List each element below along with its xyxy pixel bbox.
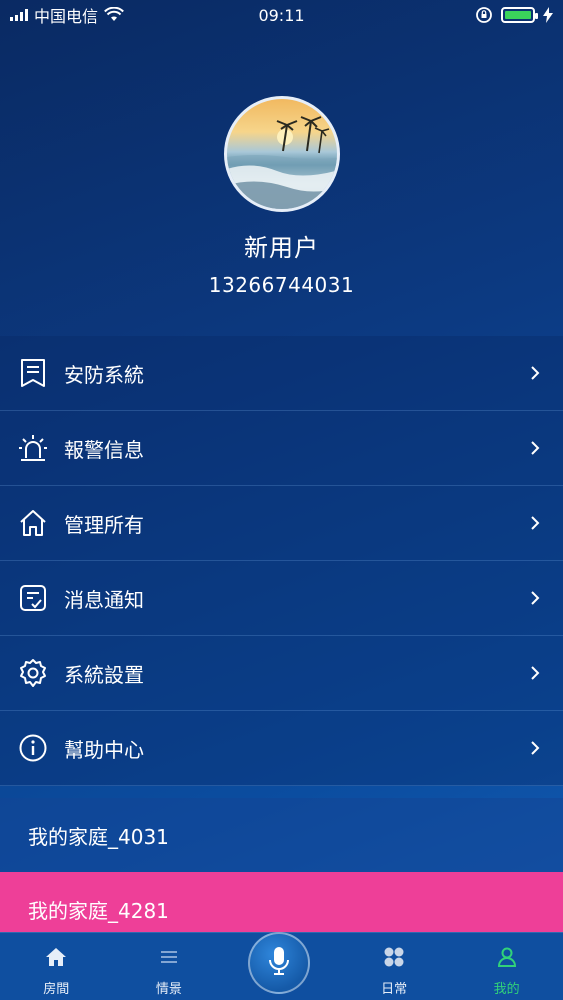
tab-label: 我的 [493,982,520,997]
status-right [475,6,553,24]
family-label: 我的家庭_4281 [28,898,169,923]
family-item[interactable]: 我的家庭_4031 [0,798,563,872]
menu-item-label: 管理所有 [64,512,144,537]
message-check-icon [18,583,48,613]
chevron-right-icon [525,513,545,533]
menu-item-security[interactable]: 安防系統 [0,336,563,411]
info-icon [18,733,48,763]
menu-item-alarm[interactable]: 報警信息 [0,411,563,486]
menu-item-label: 報警信息 [64,437,144,462]
bookmark-list-icon [18,358,48,388]
menu-item-label: 安防系統 [64,362,144,387]
tab-scenes[interactable]: 情景 [113,942,226,1000]
menu-item-notifications[interactable]: 消息通知 [0,561,563,636]
tab-daily[interactable]: 日常 [338,942,451,1000]
voice-button[interactable] [248,932,310,994]
list-icon [159,942,179,972]
chevron-right-icon [525,438,545,458]
chevron-right-icon [525,663,545,683]
gear-icon [18,658,48,688]
status-bar: 中国电信 09:11 [0,0,563,30]
menu-item-help[interactable]: 幫助中心 [0,711,563,786]
home-icon [45,942,67,972]
rotation-lock-icon [476,7,492,23]
tab-label: 房間 [43,982,70,997]
profile-name: 新用户 [244,234,319,262]
chevron-right-icon [525,363,545,383]
menu-item-label: 幫助中心 [64,737,144,762]
clock: 09:11 [258,5,305,25]
wifi-icon [104,7,124,21]
user-icon [496,942,518,972]
avatar-image [226,116,337,209]
status-left: 中国电信 [10,3,124,27]
settings-menu: 安防系統 報警信息 管理所有 消息通知 系統設置 幫助中心 [0,336,563,786]
home-icon [18,508,48,538]
family-label: 我的家庭_4031 [28,824,169,849]
charging-bolt-icon [543,7,553,23]
avatar[interactable] [223,96,340,212]
profile-section: 新用户 13266744031 [0,96,563,297]
tab-label: 日常 [381,982,408,997]
alarm-siren-icon [18,433,48,463]
menu-item-manage[interactable]: 管理所有 [0,486,563,561]
tab-mine[interactable]: 我的 [450,942,563,1000]
carrier-label: 中国电信 [34,7,99,26]
menu-item-label: 系統設置 [64,662,144,687]
signal-icon [10,9,28,21]
chevron-right-icon [525,588,545,608]
chevron-right-icon [525,738,545,758]
menu-item-label: 消息通知 [64,587,144,612]
profile-phone: 13266744031 [208,273,355,297]
grid-icon [383,942,405,972]
tab-label: 情景 [155,982,182,997]
battery-icon [501,7,538,23]
tab-rooms[interactable]: 房間 [0,942,113,1000]
menu-item-settings[interactable]: 系統設置 [0,636,563,711]
microphone-icon [268,946,290,980]
